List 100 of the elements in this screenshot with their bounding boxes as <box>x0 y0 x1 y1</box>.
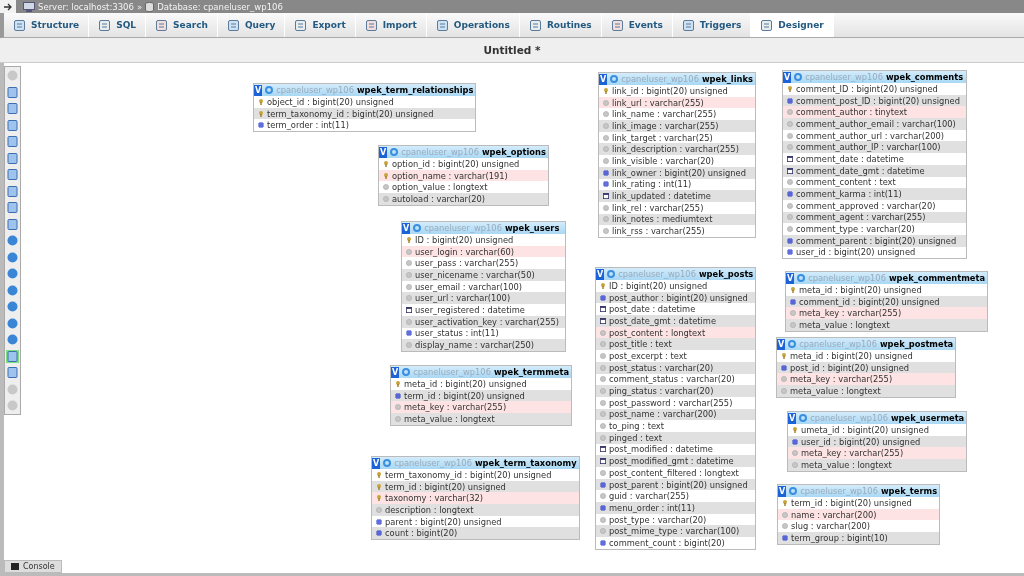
calendar-icon <box>603 193 609 200</box>
toggle-button[interactable]: V <box>777 338 786 350</box>
column-row[interactable]: count : bigint(20) <box>372 527 579 540</box>
column-row[interactable]: post_date_gmt : datetime <box>596 315 756 327</box>
toggle-button[interactable]: V <box>379 146 388 158</box>
circle-icon <box>600 364 606 371</box>
toggle-button[interactable]: V <box>254 84 263 96</box>
circle-icon <box>792 450 798 457</box>
calendar-icon <box>787 167 793 174</box>
tab[interactable]: SQL <box>89 13 147 37</box>
hash-icon <box>790 298 796 305</box>
circle-icon <box>782 511 788 518</box>
circle-icon <box>781 387 787 394</box>
toggle-button[interactable]: V <box>402 222 411 234</box>
console-button[interactable]: Console <box>4 560 62 573</box>
tab[interactable]: Query <box>217 13 286 37</box>
circle-icon <box>406 342 412 349</box>
circle-icon[interactable] <box>6 234 19 247</box>
column-row[interactable]: link_description : varchar(255) <box>599 143 755 156</box>
column-row[interactable]: comment_author_email : varchar(100) <box>783 118 966 130</box>
hash-icon <box>787 249 793 256</box>
column-row[interactable]: taxonomy : varchar(32) <box>372 492 579 505</box>
hash-icon <box>781 364 787 371</box>
tab[interactable]: Designer <box>751 13 834 37</box>
column-row[interactable]: post_title : text <box>596 338 756 351</box>
column-row[interactable]: display_name : varchar(250) <box>402 339 565 351</box>
column-row[interactable]: term_group : bigint(10) <box>778 532 940 544</box>
table-card[interactable]: V cpaneluser_wp106 wpek_term_taxonomy term_taxonomy_id : bigint(20) unsigned term_id : bigint(20) unsigned taxonomy : varchar(32) description : longtext parent : bigint(20) unsigned count : bigint(20) <box>371 456 580 541</box>
column-row[interactable]: description : longtext <box>372 504 579 516</box>
tab[interactable]: Routines <box>519 13 602 37</box>
toggle-button[interactable]: V <box>788 412 797 424</box>
column-row[interactable]: post_modified_gmt : datetime <box>596 455 756 467</box>
tab[interactable]: Search <box>146 13 218 37</box>
table-card[interactable] <box>401 221 566 352</box>
table-name: wpek_options <box>481 147 546 157</box>
table-card[interactable] <box>595 267 757 550</box>
circle-icon[interactable] <box>6 283 19 297</box>
column-row[interactable]: meta_value : longtext <box>788 459 967 471</box>
table-card[interactable]: V cpaneluser_wp106 wpek_termmeta meta_id : bigint(20) unsigned term_id : bigint(20) unsigned meta_key : varchar(255) meta_value : longtext <box>390 365 572 426</box>
circle-icon <box>406 318 412 325</box>
toggle-button[interactable]: V <box>786 272 795 284</box>
column-row[interactable]: autoload : varchar(20) <box>379 193 548 205</box>
table-card[interactable]: V cpaneluser_wp106 wpek_options option_id : bigint(20) unsigned option_name : varchar(191) option_value : longtext autoload : varchar(20) <box>378 145 549 206</box>
toggle-button[interactable]: V <box>372 457 381 469</box>
column-row[interactable]: meta_key : varchar(255) <box>788 447 967 460</box>
collapse-button[interactable] <box>0 0 16 13</box>
circle-icon <box>787 144 793 151</box>
table-name: wpek_commentmeta <box>888 273 986 283</box>
toggle-button[interactable]: V <box>391 366 400 378</box>
column-row[interactable]: meta_value : longtext <box>786 319 988 331</box>
key-icon <box>395 380 401 387</box>
table-card[interactable]: V cpaneluser_wp106 wpek_usermeta umeta_id : bigint(20) unsigned user_id : bigint(20) unsigned meta_key : varchar(255) meta_value : longtext <box>787 411 968 472</box>
toggle-button[interactable]: V <box>599 73 608 85</box>
circle-icon <box>600 493 606 500</box>
column-row[interactable]: meta_value : longtext <box>777 385 956 397</box>
circle-icon <box>787 226 793 233</box>
calendar-icon <box>600 306 606 313</box>
column-row[interactable]: post_mime_type : varchar(100) <box>596 525 756 538</box>
circle-icon[interactable] <box>6 250 19 264</box>
toggle-button[interactable]: V <box>596 268 605 280</box>
key-icon <box>790 286 796 293</box>
column-row[interactable]: user_url : varchar(100) <box>402 292 565 305</box>
column-row[interactable]: link_image : varchar(255) <box>599 120 755 132</box>
column-row[interactable]: comment_karma : int(11) <box>783 188 966 200</box>
column-row[interactable]: meta_value : longtext <box>391 413 571 425</box>
circle-icon[interactable] <box>6 300 19 313</box>
table-card[interactable] <box>782 70 967 260</box>
circle-icon <box>603 99 609 106</box>
column-row[interactable]: meta_key : varchar(255) <box>786 307 988 320</box>
column-row[interactable]: menu_order : int(11) <box>596 502 756 514</box>
tab[interactable]: Export <box>285 13 356 37</box>
column-row[interactable]: link_updated : datetime <box>599 190 755 202</box>
tab[interactable]: Operations <box>426 13 520 37</box>
circle-icon <box>603 146 609 153</box>
database-name: cpaneluser_wp106 <box>394 458 472 468</box>
column-row[interactable]: comment_author : tinytext <box>783 106 966 119</box>
circle-icon <box>787 214 793 221</box>
table-card[interactable]: V cpaneluser_wp106 wpek_terms term_id : bigint(20) unsigned name : varchar(200) slug : varchar(200) term_group : bigint(10) <box>777 484 941 545</box>
column-row[interactable]: comment_author_IP : varchar(100) <box>783 141 966 154</box>
tab[interactable]: Events <box>601 13 673 37</box>
circle-icon <box>790 310 796 317</box>
calendar-icon <box>600 446 606 453</box>
column-row[interactable]: meta_key : varchar(255) <box>391 401 571 414</box>
column-row[interactable]: meta_key : varchar(255) <box>777 373 956 386</box>
table-card[interactable]: V cpaneluser_wp106 wpek_commentmeta meta_id : bigint(20) unsigned comment_id : bigint(20) unsigned meta_key : varchar(255) meta_value : longtext <box>785 271 989 332</box>
toggle-button[interactable]: V <box>778 485 787 497</box>
database-name: cpaneluser_wp106 <box>401 147 479 157</box>
column-row[interactable]: user_nicename : varchar(50) <box>402 269 565 281</box>
circle-icon <box>600 516 606 523</box>
column-row[interactable]: ping_status : varchar(20) <box>596 385 756 397</box>
circle-icon <box>603 157 609 164</box>
table-card[interactable] <box>598 72 756 238</box>
toggle-button[interactable]: V <box>783 71 792 83</box>
table-card[interactable]: V cpaneluser_wp106 wpek_postmeta meta_id : bigint(20) unsigned post_id : bigint(20) unsigned meta_key : varchar(255) meta_value : longtext <box>776 337 957 398</box>
table-card[interactable]: V cpaneluser_wp106 wpek_term_relationships object_id : bigint(20) unsigned term_taxonomy_id : bigint(20) unsigned term_order : int(11) <box>253 83 477 133</box>
database-name: cpaneluser_wp106 <box>621 74 699 84</box>
circle-icon <box>603 134 609 141</box>
circle-icon <box>406 248 412 255</box>
tab[interactable]: Import <box>355 13 427 37</box>
tab[interactable]: Structure <box>4 13 90 37</box>
